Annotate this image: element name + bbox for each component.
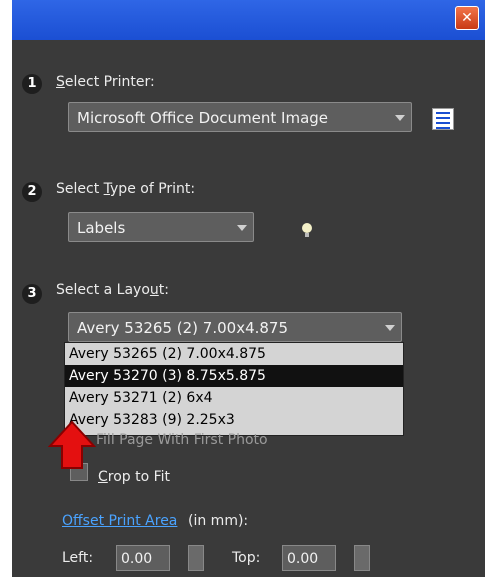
layout-option[interactable]: Avery 53271 (2) 6x4 bbox=[65, 387, 403, 409]
layout-option[interactable]: Avery 53265 (2) 7.00x4.875 bbox=[65, 343, 403, 365]
layout-dropdown[interactable]: Avery 53265 (2) 7.00x4.875 bbox=[68, 312, 402, 342]
left-offset-input[interactable]: 0.00 bbox=[116, 545, 170, 571]
chevron-down-icon bbox=[385, 325, 395, 331]
step-3-badge: 3 bbox=[22, 284, 42, 304]
red-arrow-icon bbox=[48, 420, 96, 469]
layout-value: Avery 53265 (2) 7.00x4.875 bbox=[77, 319, 289, 337]
print-panel: ✕ 1 Select Printer: Microsoft Office Doc… bbox=[12, 0, 485, 577]
close-icon: ✕ bbox=[461, 10, 473, 26]
layout-option[interactable]: Avery 53283 (9) 2.25x3 bbox=[65, 409, 403, 431]
close-button[interactable]: ✕ bbox=[455, 6, 479, 30]
title-bar: ✕ bbox=[12, 0, 485, 40]
select-layout-label: Select a Layout: bbox=[56, 282, 169, 298]
step-2-badge: 2 bbox=[22, 182, 42, 202]
top-offset-input[interactable]: 0.00 bbox=[282, 545, 336, 571]
printer-properties-icon[interactable] bbox=[432, 108, 454, 130]
step-1-badge: 1 bbox=[22, 74, 42, 94]
printer-dropdown[interactable]: Microsoft Office Document Image bbox=[68, 102, 412, 132]
print-type-value: Labels bbox=[77, 219, 126, 237]
left-label: Left: bbox=[62, 550, 94, 566]
lightbulb-icon[interactable] bbox=[300, 222, 314, 238]
select-type-label: Select Type of Print: bbox=[56, 181, 196, 197]
layout-option-selected[interactable]: Avery 53270 (3) 8.75x5.875 bbox=[65, 365, 403, 387]
printer-value: Microsoft Office Document Image bbox=[77, 109, 329, 127]
layout-options-list[interactable]: Avery 53265 (2) 7.00x4.875 Avery 53270 (… bbox=[64, 342, 404, 436]
print-type-dropdown[interactable]: Labels bbox=[68, 212, 254, 242]
crop-to-fit-label: Crop to Fit bbox=[98, 469, 171, 485]
top-label: Top: bbox=[232, 550, 261, 566]
top-stepper[interactable] bbox=[354, 545, 370, 571]
fill-page-label: Fill Page With First Photo bbox=[96, 432, 268, 448]
offset-units-label: (in mm): bbox=[188, 513, 249, 529]
offset-print-area-link[interactable]: Offset Print Area bbox=[62, 513, 177, 529]
chevron-down-icon bbox=[237, 225, 247, 231]
chevron-down-icon bbox=[395, 115, 405, 121]
select-printer-label: Select Printer: bbox=[56, 74, 155, 90]
left-stepper[interactable] bbox=[188, 545, 204, 571]
